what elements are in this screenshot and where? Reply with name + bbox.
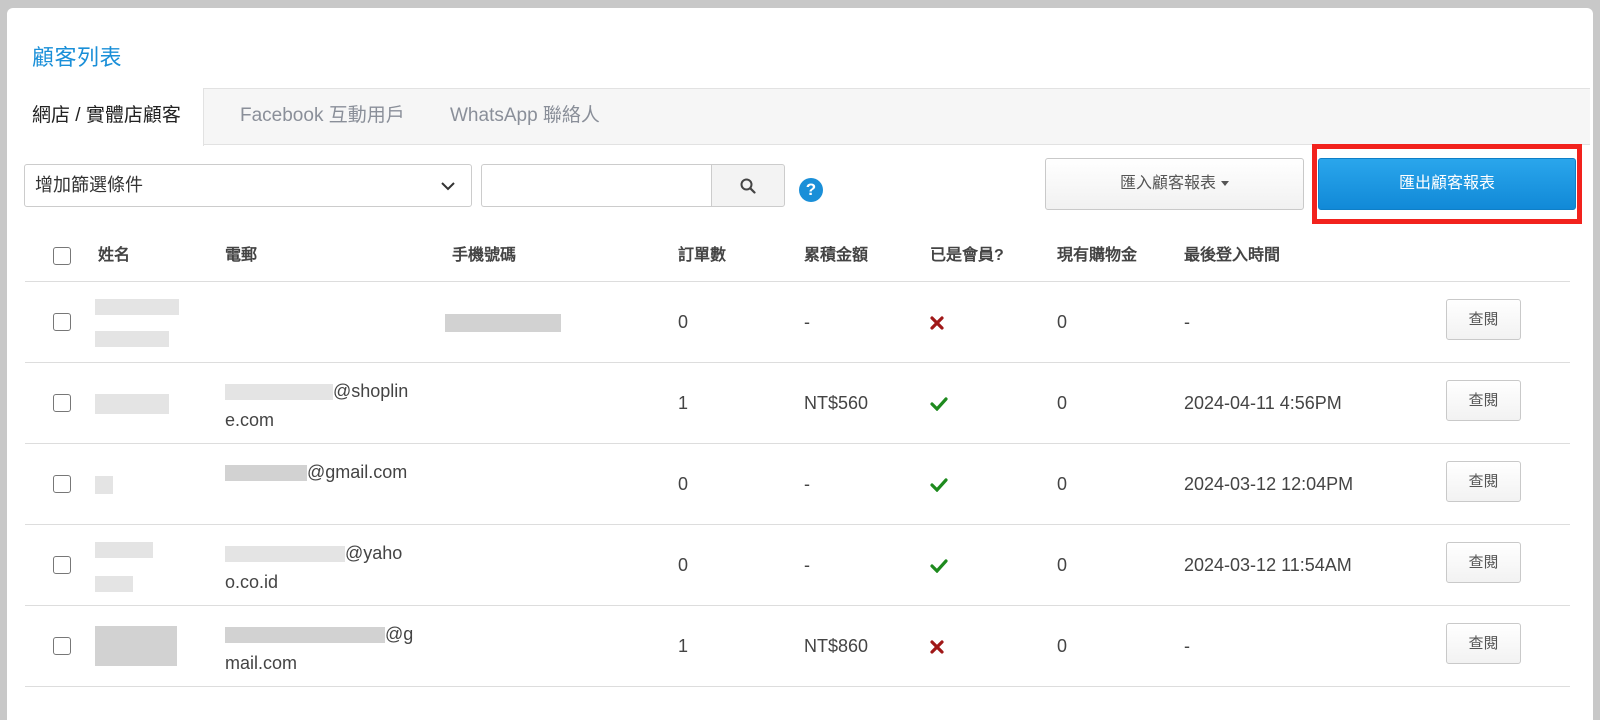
- row-checkbox[interactable]: [53, 394, 71, 412]
- member-yes-icon: [930, 363, 948, 444]
- export-report-button[interactable]: 匯出顧客報表: [1318, 158, 1576, 210]
- last-login-time: 2024-03-12 11:54AM: [1184, 555, 1352, 575]
- customer-email: @yahoo.co.id: [225, 539, 415, 597]
- last-login-time: -: [1184, 636, 1190, 656]
- row-checkbox[interactable]: [53, 475, 71, 493]
- total-amount: NT$560: [804, 393, 869, 413]
- row-checkbox[interactable]: [53, 556, 71, 574]
- view-button[interactable]: 查閱: [1446, 461, 1521, 502]
- help-icon[interactable]: ?: [799, 178, 823, 202]
- search-input[interactable]: [481, 164, 711, 207]
- header-total: 累積金額: [804, 247, 869, 264]
- table-header: 姓名 電郵 手機號碼 訂單數 累積金額 已是會員? 現有購物金 最後登入時間: [25, 230, 1570, 282]
- member-yes-icon: [930, 444, 948, 525]
- header-phone: 手機號碼: [452, 247, 517, 264]
- customer-email: @gmail.com: [225, 620, 415, 678]
- search-icon: [740, 178, 756, 194]
- tab-store-customers[interactable]: 網店 / 實體店顧客: [10, 88, 204, 146]
- header-name: 姓名: [98, 247, 131, 264]
- page-title: 顧客列表: [32, 45, 123, 70]
- header-member: 已是會員?: [930, 247, 1004, 264]
- order-count: 0: [678, 555, 689, 575]
- tab-bar: 網店 / 實體店顧客 Facebook 互動用戶 WhatsApp 聯絡人: [10, 88, 1590, 146]
- header-last-login: 最後登入時間: [1184, 247, 1281, 264]
- view-button[interactable]: 查閱: [1446, 380, 1521, 421]
- import-report-label: 匯入顧客報表: [1119, 175, 1216, 192]
- customer-table: 姓名 電郵 手機號碼 訂單數 累積金額 已是會員? 現有購物金 最後登入時間 0…: [25, 230, 1570, 687]
- total-amount: -: [804, 312, 810, 332]
- store-credit: 0: [1057, 393, 1068, 413]
- store-credit: 0: [1057, 474, 1068, 494]
- customer-name-redacted: [95, 363, 169, 444]
- member-yes-icon: [930, 525, 948, 606]
- customer-name-redacted: [95, 444, 113, 525]
- caret-down-icon: [1221, 181, 1229, 187]
- search-button[interactable]: [711, 164, 785, 207]
- view-button[interactable]: 查閱: [1446, 299, 1521, 340]
- table-row: @gmail.com 1 NT$860 0 - 查閱: [25, 606, 1570, 687]
- last-login-time: 2024-04-11 4:56PM: [1184, 393, 1342, 413]
- customer-name-redacted: [95, 296, 179, 347]
- email-domain: @gmail.com: [307, 462, 408, 482]
- header-orders: 訂單數: [678, 247, 727, 264]
- member-no-icon: [930, 282, 944, 363]
- table-row: @gmail.com 0 - 0 2024-03-12 12:04PM 查閱: [25, 444, 1570, 525]
- view-button[interactable]: 查閱: [1446, 542, 1521, 583]
- table-row: 0 - 0 - 查閱: [25, 282, 1570, 363]
- row-checkbox[interactable]: [53, 637, 71, 655]
- customer-email: @gmail.com: [225, 458, 415, 487]
- filter-select[interactable]: 增加篩選條件: [24, 164, 472, 207]
- total-amount: NT$860: [804, 636, 869, 656]
- order-count: 1: [678, 393, 689, 413]
- last-login-time: 2024-03-12 12:04PM: [1184, 474, 1354, 494]
- last-login-time: -: [1184, 312, 1190, 332]
- customer-name-redacted: [95, 539, 153, 592]
- header-credit: 現有購物金: [1057, 247, 1138, 264]
- tab-whatsapp-contacts[interactable]: WhatsApp 聯絡人: [428, 88, 622, 145]
- order-count: 0: [678, 312, 689, 332]
- chevron-down-icon: [441, 182, 455, 191]
- header-email: 電郵: [225, 247, 258, 264]
- customer-name-redacted: [95, 626, 177, 666]
- customer-email: @shopline.com: [225, 377, 415, 435]
- select-all-checkbox[interactable]: [53, 247, 71, 265]
- customer-phone-redacted: [445, 282, 561, 363]
- tab-facebook-users[interactable]: Facebook 互動用戶: [218, 88, 427, 145]
- total-amount: -: [804, 555, 810, 575]
- member-no-icon: [930, 606, 944, 687]
- import-report-button[interactable]: 匯入顧客報表: [1045, 158, 1304, 210]
- store-credit: 0: [1057, 636, 1068, 656]
- row-checkbox[interactable]: [53, 313, 71, 331]
- store-credit: 0: [1057, 312, 1068, 332]
- view-button[interactable]: 查閱: [1446, 623, 1521, 664]
- table-row: @shopline.com 1 NT$560 0 2024-04-11 4:56…: [25, 363, 1570, 444]
- order-count: 0: [678, 474, 689, 494]
- store-credit: 0: [1057, 555, 1068, 575]
- total-amount: -: [804, 474, 810, 494]
- order-count: 1: [678, 636, 689, 656]
- filter-select-label: 增加篩選條件: [35, 175, 143, 195]
- table-row: @yahoo.co.id 0 - 0 2024-03-12 11:54AM 查閱: [25, 525, 1570, 606]
